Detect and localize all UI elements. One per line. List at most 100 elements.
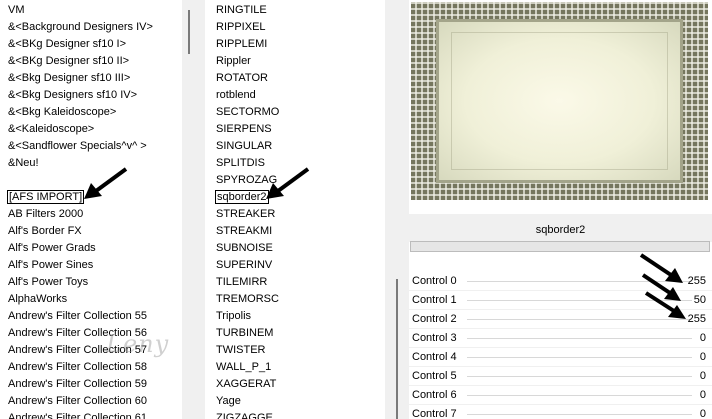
control-slider-track[interactable] xyxy=(467,376,692,377)
filter-item[interactable]: XAGGERAT xyxy=(205,376,385,393)
control-value[interactable]: 0 xyxy=(700,329,706,347)
category-item-label: [AFS IMPORT] xyxy=(6,190,85,204)
category-item[interactable]: Alf's Power Sines xyxy=(0,257,182,274)
filter-item[interactable]: ROTATOR xyxy=(205,70,385,87)
filter-item[interactable]: TURBINEM xyxy=(205,325,385,342)
category-item-label: Andrew's Filter Collection 59 xyxy=(8,378,148,390)
filter-name-bar: sqborder2 xyxy=(409,214,712,242)
category-item[interactable]: Andrew's Filter Collection 61 xyxy=(0,410,182,419)
filter-item[interactable]: Yage xyxy=(205,393,385,410)
control-value[interactable]: 50 xyxy=(694,291,706,309)
filter-item[interactable]: STREAKER xyxy=(205,206,385,223)
control-row[interactable]: Control 4 0 xyxy=(409,348,712,367)
control-label: Control 6 xyxy=(412,389,457,401)
category-item[interactable]: &<Bkg Kaleidoscope> xyxy=(0,104,182,121)
control-row[interactable]: Control 7 0 xyxy=(409,405,712,419)
category-item-label: &<Bkg Designer sf10 III> xyxy=(8,72,131,84)
category-list-bottom: [AFS IMPORT] AB Filters 2000 Alf's Border … xyxy=(0,189,182,419)
category-item-label: &<BKg Designer sf10 II> xyxy=(8,55,130,67)
control-value[interactable]: 0 xyxy=(700,348,706,366)
control-slider-track[interactable] xyxy=(467,357,692,358)
control-label: Control 4 xyxy=(412,351,457,363)
filter-item[interactable]: Tripolis xyxy=(205,308,385,325)
category-item[interactable]: &<Kaleidoscope> xyxy=(0,121,182,138)
control-value[interactable]: 0 xyxy=(700,405,706,419)
category-item[interactable]: Andrew's Filter Collection 55 xyxy=(0,308,182,325)
category-item-label: AlphaWorks xyxy=(8,293,68,305)
filter-item[interactable]: SUBNOISE xyxy=(205,240,385,257)
category-item[interactable]: AlphaWorks xyxy=(0,291,182,308)
category-item-label: Andrew's Filter Collection 55 xyxy=(8,310,148,322)
filter-name-label: sqborder2 xyxy=(535,224,586,236)
category-item[interactable]: &<BKg Designer sf10 II> xyxy=(0,53,182,70)
filter-item[interactable]: SUPERINV xyxy=(205,257,385,274)
watermark-signature: Leny xyxy=(106,330,170,358)
control-row[interactable]: Control 6 0 xyxy=(409,386,712,405)
category-item[interactable]: VM xyxy=(0,2,182,19)
control-value[interactable]: 255 xyxy=(688,272,706,290)
filter-item-label: TURBINEM xyxy=(216,327,274,339)
filter-item[interactable]: Rippler xyxy=(205,53,385,70)
filter-item-label: STREAKMI xyxy=(216,225,273,237)
filter-item-label: ROTATOR xyxy=(216,72,268,84)
filter-item[interactable]: SIERPENS xyxy=(205,121,385,138)
filter-item[interactable]: RIPPLEMI xyxy=(205,36,385,53)
filter-item-label: WALL_P_1 xyxy=(216,361,272,373)
category-item[interactable]: Andrew's Filter Collection 59 xyxy=(0,376,182,393)
filter-item-label: RINGTILE xyxy=(216,4,267,16)
filter-item[interactable]: TILEMIRR xyxy=(205,274,385,291)
control-value[interactable]: 255 xyxy=(688,310,706,328)
filter-item[interactable]: TREMORSC xyxy=(205,291,385,308)
category-item[interactable]: &<Background Designers IV> xyxy=(0,19,182,36)
filter-list[interactable]: RINGTILE RIPPIXEL RIPPLEMI Rippler ROTATOR ro… xyxy=(205,0,385,419)
category-item[interactable]: &<BKg Designer sf10 I> xyxy=(0,36,182,53)
category-item-label: &<Bkg Kaleidoscope> xyxy=(8,106,117,118)
filter-item-label: SPLITDIS xyxy=(216,157,265,169)
pointer-arrow-icon xyxy=(644,291,686,319)
filter-item-label: TILEMIRR xyxy=(216,276,268,288)
control-label: Control 1 xyxy=(412,294,457,306)
category-item[interactable]: Andrew's Filter Collection 60 xyxy=(0,393,182,410)
filter-item[interactable]: ZIGZAGGE xyxy=(205,410,385,419)
filter-item[interactable]: WALL_P_1 xyxy=(205,359,385,376)
control-slider-track[interactable] xyxy=(467,395,692,396)
filter-item-label: SUPERINV xyxy=(216,259,273,271)
middle-scrollbar-thumb[interactable] xyxy=(396,279,398,419)
control-row[interactable]: Control 5 0 xyxy=(409,367,712,386)
filter-item-label: RIPPLEMI xyxy=(216,38,268,50)
filter-item-label: SUBNOISE xyxy=(216,242,273,254)
category-item[interactable]: Alf's Border FX xyxy=(0,223,182,240)
filter-item[interactable]: STREAKMI xyxy=(205,223,385,240)
filter-item-label: sqborder2 xyxy=(215,190,269,204)
category-item[interactable]: Alf's Power Grads xyxy=(0,240,182,257)
category-item[interactable]: &<Bkg Designers sf10 IV> xyxy=(0,87,182,104)
category-item[interactable]: AB Filters 2000 xyxy=(0,206,182,223)
control-slider-track[interactable] xyxy=(467,338,692,339)
filter-item-label: ZIGZAGGE xyxy=(216,412,273,419)
filter-item[interactable]: SECTORMO xyxy=(205,104,385,121)
filter-item[interactable]: rotblend xyxy=(205,87,385,104)
category-item-label: &<Bkg Designers sf10 IV> xyxy=(8,89,138,101)
filter-item[interactable]: RINGTILE xyxy=(205,2,385,19)
filter-item-label: Yage xyxy=(216,395,241,407)
filter-item[interactable]: SINGULAR xyxy=(205,138,385,155)
category-item[interactable]: &<Sandflower Specials^v^ > xyxy=(0,138,182,155)
filter-item[interactable]: RIPPIXEL xyxy=(205,19,385,36)
filter-settings-panel: sqborder2 Control 0 255 Control 1 50 Control… xyxy=(409,0,712,419)
category-item-label: Andrew's Filter Collection 61 xyxy=(8,412,148,419)
control-label: Control 5 xyxy=(412,370,457,382)
control-slider-track[interactable] xyxy=(467,414,692,415)
left-scrollbar[interactable] xyxy=(182,0,205,419)
category-item[interactable]: &<Bkg Designer sf10 III> xyxy=(0,70,182,87)
category-item[interactable]: Andrew's Filter Collection 58 xyxy=(0,359,182,376)
left-scrollbar-thumb[interactable] xyxy=(188,10,190,54)
category-item-label: Andrew's Filter Collection 60 xyxy=(8,395,148,407)
control-row[interactable]: Control 3 0 xyxy=(409,329,712,348)
control-value[interactable]: 0 xyxy=(700,367,706,385)
filter-list-items: RINGTILE RIPPIXEL RIPPLEMI Rippler ROTATOR ro… xyxy=(205,2,385,419)
category-item[interactable]: Alf's Power Toys xyxy=(0,274,182,291)
control-value[interactable]: 0 xyxy=(700,386,706,404)
filter-item[interactable]: TWISTER xyxy=(205,342,385,359)
category-list-top: VM &<Background Designers IV> &<BKg Design… xyxy=(0,2,182,172)
control-label: Control 2 xyxy=(412,313,457,325)
